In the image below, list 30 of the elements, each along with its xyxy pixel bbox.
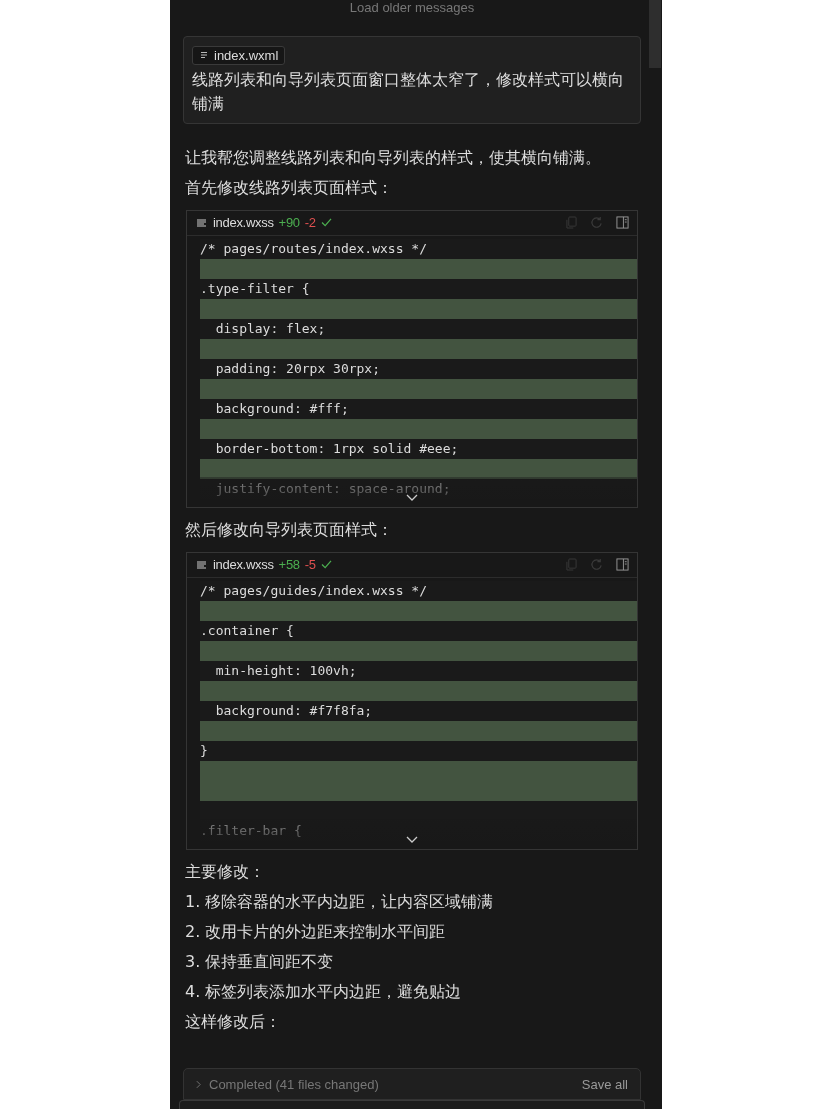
- response-text: 首先修改线路列表页面样式：: [185, 176, 394, 199]
- expand-chevron-icon[interactable]: [406, 835, 418, 843]
- refresh-icon[interactable]: [590, 216, 603, 229]
- panel-icon[interactable]: [616, 558, 629, 571]
- removed-count: -5: [304, 557, 316, 572]
- file-name[interactable]: index.wxss: [213, 557, 274, 572]
- file-name[interactable]: index.wxss: [213, 215, 274, 230]
- file-chip[interactable]: index.wxml: [192, 45, 286, 65]
- file-icon: [200, 51, 208, 59]
- refresh-icon[interactable]: [590, 558, 603, 571]
- response-text: 然后修改向导列表页面样式：: [185, 518, 394, 541]
- save-all-button[interactable]: Save all: [581, 1076, 628, 1092]
- response-text: 3. 保持垂直间距不变: [185, 950, 335, 973]
- chevron-icon[interactable]: [196, 1079, 201, 1089]
- file-icon: [197, 560, 206, 569]
- response-text: 这样修改后：: [185, 1010, 282, 1033]
- response-text: 主要修改：: [185, 860, 266, 883]
- panel-icon[interactable]: [616, 216, 629, 229]
- scrollbar-thumb[interactable]: [649, 0, 661, 68]
- added-count: +58: [278, 557, 300, 572]
- response-text: 4. 标签列表添加水平内边距，避免贴边: [185, 980, 463, 1003]
- message-text: 线路列表和向导列表页面窗口整体太窄了，修改样式可以横向铺满: [192, 68, 625, 115]
- status-text[interactable]: Completed (41 files changed): [209, 1076, 379, 1092]
- added-count: +90: [278, 215, 300, 230]
- removed-count: -2: [304, 215, 316, 230]
- file-icon: [197, 218, 206, 227]
- response-text: 1. 移除容器的水平内边距，让内容区域铺满: [185, 890, 495, 913]
- response-text: 让我帮您调整线路列表和向导列表的样式，使其横向铺满。: [185, 146, 602, 169]
- response-text: 2. 改用卡片的外边距来控制水平间距: [185, 920, 447, 943]
- load-older-link[interactable]: Load older messages: [183, 0, 641, 16]
